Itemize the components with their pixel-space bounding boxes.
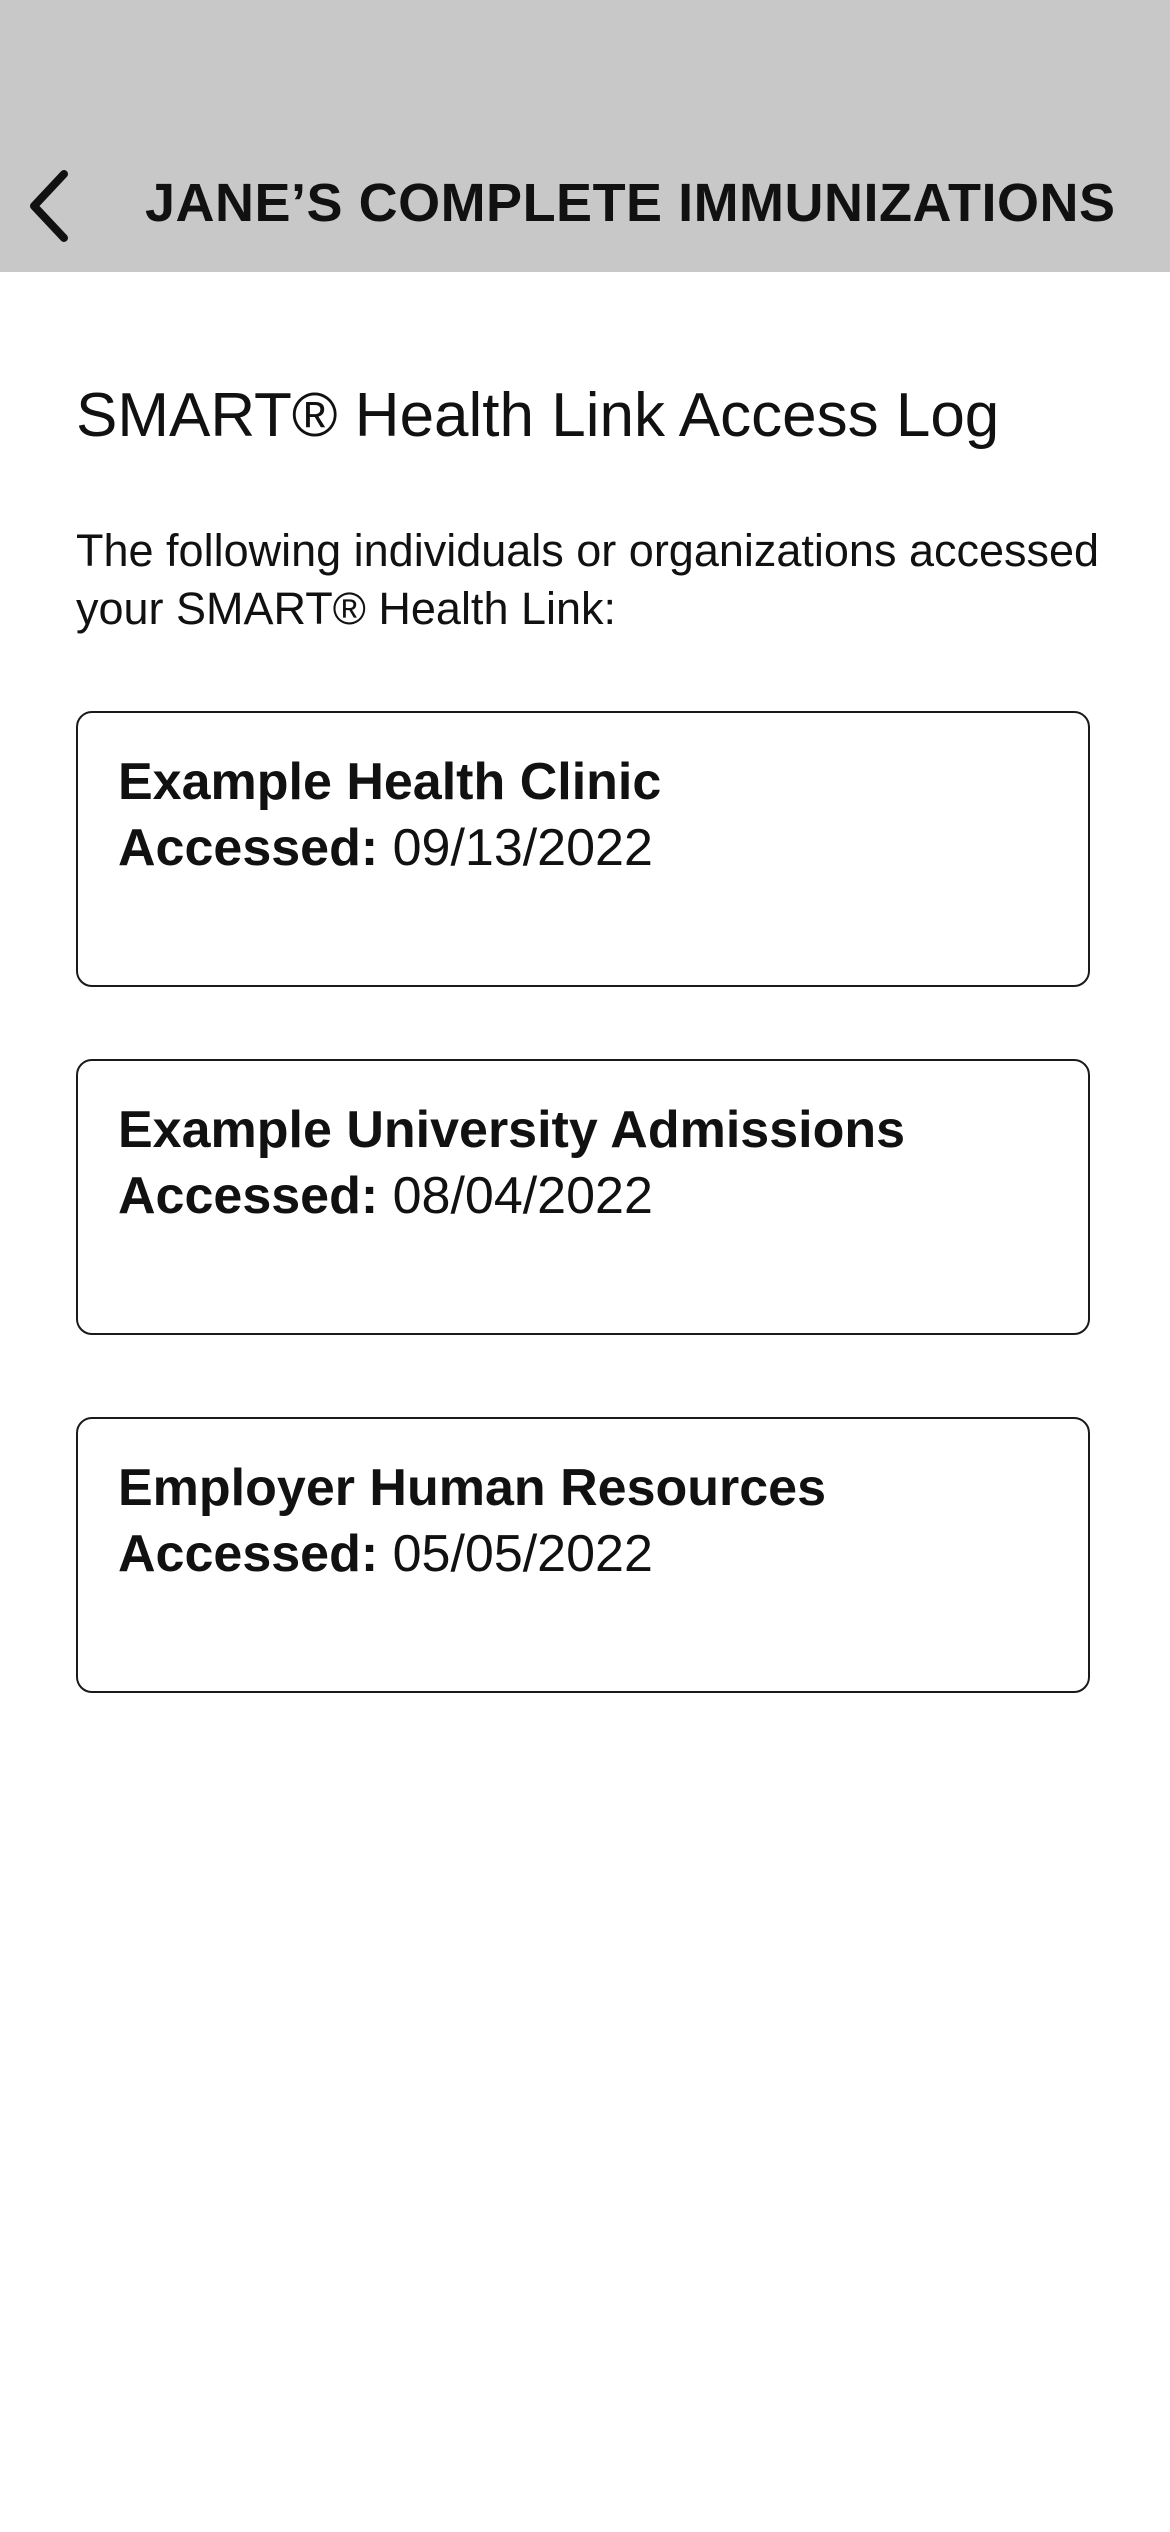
page-title: SMART® Health Link Access Log: [76, 381, 1000, 450]
entry-name: Example University Admissions: [118, 1101, 906, 1159]
entry-accessed: Accessed: 08/04/2022: [118, 1163, 1048, 1229]
entry-name: Employer Human Resources: [118, 1459, 827, 1517]
access-log-entry[interactable]: Example Health Clinic Accessed: 09/13/20…: [76, 711, 1090, 987]
access-log-entry[interactable]: Example University Admissions Accessed: …: [76, 1059, 1090, 1335]
entry-accessed: Accessed: 05/05/2022: [118, 1521, 1048, 1587]
access-log-entry[interactable]: Employer Human Resources Accessed: 05/05…: [76, 1417, 1090, 1693]
intro-text: The following individuals or organizatio…: [76, 525, 1100, 634]
entry-accessed: Accessed: 09/13/2022: [118, 815, 1048, 881]
accessed-date: 09/13/2022: [392, 819, 653, 877]
app-header: JANE’S COMPLETE IMMUNIZATIONS: [0, 0, 1170, 272]
back-button[interactable]: [12, 158, 84, 254]
entry-name: Example Health Clinic: [118, 753, 662, 811]
accessed-label: Accessed:: [118, 1167, 379, 1225]
accessed-label: Accessed:: [118, 1525, 379, 1583]
accessed-label: Accessed:: [118, 819, 379, 877]
header-title: JANE’S COMPLETE IMMUNIZATIONS: [145, 173, 1116, 233]
accessed-date: 08/04/2022: [392, 1167, 653, 1225]
chevron-left-icon: [30, 170, 68, 242]
accessed-date: 05/05/2022: [392, 1525, 653, 1583]
